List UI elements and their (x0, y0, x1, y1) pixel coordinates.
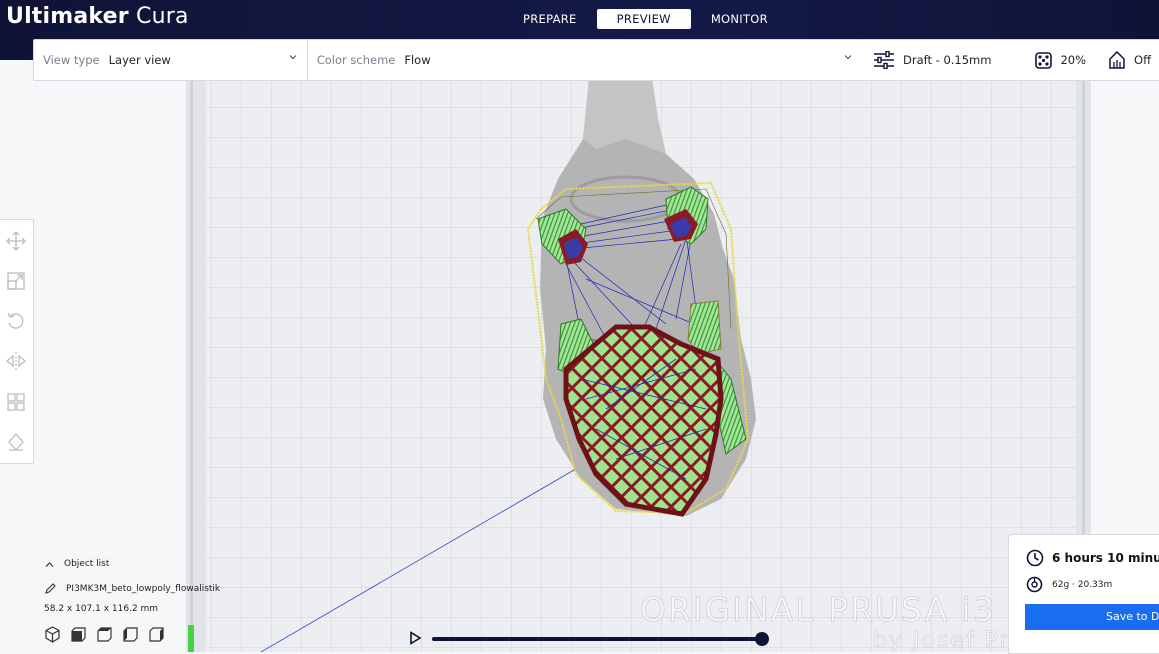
view-right-icon[interactable] (148, 626, 165, 643)
view-front-icon[interactable] (70, 626, 87, 643)
object-list-panel: Object list PI3MK3M_beto_lowpoly_flowali… (0, 548, 220, 652)
color-scheme-label: Color scheme (316, 53, 396, 67)
mirror-tool-icon[interactable] (5, 350, 27, 372)
app-logo: Ultimaker Cura (6, 4, 189, 29)
chevron-up-icon (45, 561, 54, 567)
material-usage: 62g · 20.33m (1052, 579, 1113, 590)
infill-value: 20% (1060, 53, 1087, 67)
object-name: PI3MK3M_beto_lowpoly_flowalistik (66, 583, 221, 594)
per-model-settings-icon[interactable] (5, 391, 27, 413)
view-type-select[interactable]: View type Layer view (34, 40, 308, 80)
save-to-disk-button[interactable]: Save to Di (1025, 604, 1159, 630)
sliders-icon (874, 51, 894, 69)
object-list-header: Object list (64, 559, 110, 569)
tab-preview[interactable]: PREVIEW (596, 9, 691, 29)
scale-tool-icon[interactable] (5, 270, 27, 292)
tab-prepare[interactable]: PREPARE (503, 9, 597, 29)
support-item[interactable]: Off (1108, 51, 1151, 69)
tab-monitor[interactable]: MONITOR (691, 9, 788, 29)
move-tool-icon[interactable] (5, 230, 27, 252)
chevron-down-icon (289, 55, 297, 60)
chevron-down-icon (844, 55, 852, 60)
support-icon (1109, 51, 1125, 69)
print-time-row: 6 hours 10 minutes (1026, 549, 1159, 567)
view-3d-icon[interactable] (44, 626, 61, 643)
print-settings-panel[interactable]: Draft - 0.15mm 20% Off (862, 39, 1159, 81)
infill-icon (1035, 51, 1053, 69)
job-specs-panel: 6 hours 10 minutes 62g · 20.33m Save to … (1008, 534, 1159, 654)
stage-tabs: PREPARE PREVIEW MONITOR (503, 9, 788, 29)
profile-item[interactable]: Draft - 0.15mm (873, 51, 991, 69)
object-dimensions: 58.2 x 107.1 x 116.2 mm (44, 604, 159, 614)
color-scheme-value: Flow (404, 53, 431, 67)
support-value: Off (1134, 53, 1152, 67)
material-row: 62g · 20.33m (1026, 576, 1112, 593)
infill-item[interactable]: 20% (1035, 51, 1087, 69)
layer-slider-track[interactable] (432, 637, 762, 641)
3d-viewport[interactable] (186, 79, 1091, 652)
build-plate-view (186, 79, 1091, 652)
tool-panel (0, 219, 34, 464)
clock-icon (1026, 549, 1044, 567)
view-type-label: View type (43, 53, 100, 67)
play-icon[interactable] (408, 631, 422, 645)
print-time: 6 hours 10 minutes (1052, 551, 1159, 565)
rotate-tool-icon[interactable] (5, 310, 27, 332)
profile-label: Draft - 0.15mm (903, 53, 992, 67)
camera-view-buttons (44, 626, 165, 643)
view-type-value: Layer view (108, 53, 171, 67)
color-scheme-select[interactable]: Color scheme Flow (308, 40, 862, 80)
support-blocker-icon[interactable] (5, 431, 27, 453)
pencil-icon (45, 583, 56, 594)
watermark-line1: ORIGINAL PRUSA i3 m (640, 590, 1043, 630)
plate-edge-left (186, 79, 206, 652)
view-toolbar: View type Layer view Color scheme Flow (33, 39, 863, 81)
view-top-icon[interactable] (96, 626, 113, 643)
object-row[interactable]: PI3MK3M_beto_lowpoly_flowalistik (45, 583, 220, 594)
object-list-toggle[interactable]: Object list (45, 559, 109, 569)
layer-slider-handle[interactable] (755, 632, 769, 646)
layer-indicator-bar (188, 625, 194, 652)
view-left-icon[interactable] (122, 626, 139, 643)
spool-icon (1026, 576, 1043, 593)
